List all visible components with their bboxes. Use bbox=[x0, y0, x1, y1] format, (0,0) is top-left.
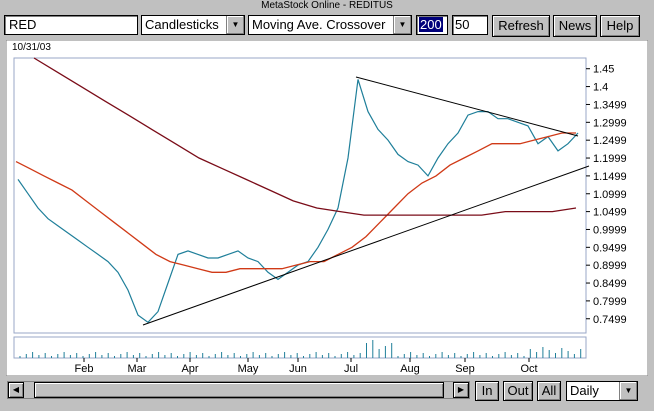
window-title: MetaStock Online - REDITUS bbox=[261, 0, 393, 11]
period-value: Daily bbox=[570, 383, 599, 398]
x-tick-label: Jun bbox=[289, 363, 307, 375]
y-tick-label: 0.7999 bbox=[593, 296, 627, 308]
y-tick-label: 0.9499 bbox=[593, 242, 627, 254]
zoom-out-button[interactable]: Out bbox=[503, 381, 533, 401]
y-tick-label: 1.2999 bbox=[593, 117, 627, 129]
period-select[interactable]: Daily ▼ bbox=[566, 381, 638, 401]
x-tick-label: Oct bbox=[520, 363, 537, 375]
horizontal-scrollbar[interactable]: ◀ ▶ bbox=[7, 381, 470, 399]
chart-type-value: Candlesticks bbox=[145, 17, 219, 32]
chart-background bbox=[5, 39, 649, 377]
scroll-left-icon[interactable]: ◀ bbox=[8, 382, 24, 398]
period1-value: 200 bbox=[419, 17, 443, 32]
x-tick-label: Aug bbox=[400, 363, 420, 375]
help-button[interactable]: Help bbox=[600, 15, 640, 37]
indicator-select[interactable]: Moving Ave. Crossover ▼ bbox=[248, 15, 412, 35]
refresh-button[interactable]: Refresh bbox=[492, 15, 550, 37]
y-tick-label: 1.1499 bbox=[593, 171, 627, 183]
chevron-down-icon[interactable]: ▼ bbox=[393, 16, 411, 34]
y-tick-label: 0.8999 bbox=[593, 260, 627, 272]
x-tick-label: Apr bbox=[181, 363, 198, 375]
chart-date: 10/31/03 bbox=[12, 42, 51, 53]
period2-input[interactable]: 50 bbox=[452, 15, 488, 35]
scroll-right-icon[interactable]: ▶ bbox=[453, 382, 469, 398]
x-tick-label: Sep bbox=[455, 363, 475, 375]
chevron-down-icon[interactable]: ▼ bbox=[619, 382, 637, 400]
zoom-all-button[interactable]: All bbox=[537, 381, 561, 401]
symbol-input[interactable]: RED bbox=[4, 15, 138, 35]
y-tick-label: 1.3499 bbox=[593, 99, 627, 111]
chart-panel[interactable]: 10/31/03 1.45 1.4 1.3499 1.2999 1.2499 1.1999… bbox=[5, 39, 649, 377]
x-tick-label: Mar bbox=[128, 363, 147, 375]
y-tick-label: 1.0499 bbox=[593, 207, 627, 219]
x-tick-label: Jul bbox=[344, 363, 358, 375]
y-tick-label: 1.4 bbox=[593, 82, 608, 94]
y-tick-label: 0.8499 bbox=[593, 278, 627, 290]
zoom-in-button[interactable]: In bbox=[475, 381, 499, 401]
news-button[interactable]: News bbox=[553, 15, 597, 37]
indicator-value: Moving Ave. Crossover bbox=[252, 17, 386, 32]
scroll-thumb[interactable] bbox=[34, 382, 444, 398]
toolbar: RED Candlesticks ▼ Moving Ave. Crossover… bbox=[0, 13, 654, 39]
y-tick-label: 0.7499 bbox=[593, 314, 627, 326]
chevron-down-icon[interactable]: ▼ bbox=[226, 16, 244, 34]
period1-input[interactable]: 200 bbox=[416, 15, 448, 35]
y-tick-label: 1.45 bbox=[593, 64, 614, 76]
x-tick-label: May bbox=[238, 363, 259, 375]
bottom-bar: ◀ ▶ In Out All Daily ▼ bbox=[0, 379, 654, 405]
chart-type-select[interactable]: Candlesticks ▼ bbox=[141, 15, 245, 35]
y-tick-label: 0.9999 bbox=[593, 224, 627, 236]
y-tick-label: 1.2499 bbox=[593, 135, 627, 147]
y-tick-label: 1.0999 bbox=[593, 189, 627, 201]
y-tick-label: 1.1999 bbox=[593, 153, 627, 165]
x-tick-label: Feb bbox=[75, 363, 94, 375]
